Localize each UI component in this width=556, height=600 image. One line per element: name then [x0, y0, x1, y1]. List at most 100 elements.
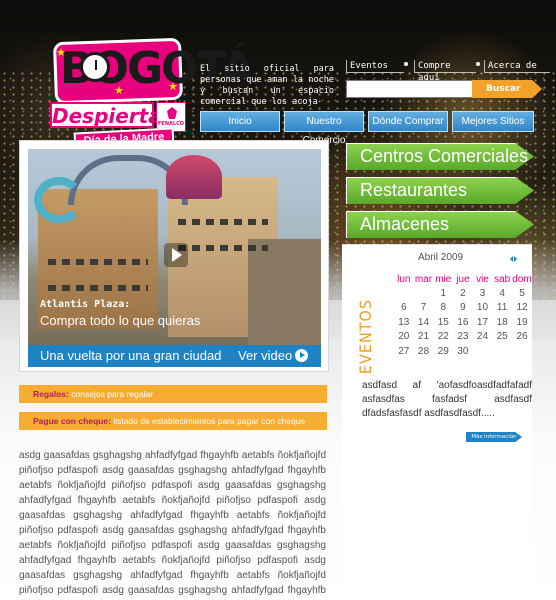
- dome-shape: [166, 155, 222, 199]
- search-bar: Buscar: [346, 80, 542, 98]
- calendar-day: [394, 286, 414, 301]
- window-row: [178, 245, 268, 251]
- star-icon: ★: [56, 47, 66, 59]
- info-bar-label: Regalos:: [33, 389, 69, 399]
- featured-video-panel: Atlantis Plaza: Compra todo lo que quier…: [19, 140, 329, 372]
- calendar-day: [512, 344, 532, 359]
- calendar-nav-icon[interactable]: [510, 256, 517, 262]
- star-icon: ★: [114, 85, 124, 97]
- building-shape: [248, 239, 321, 349]
- calendar-day[interactable]: 1: [433, 286, 453, 301]
- weekday-label: lun: [397, 273, 411, 285]
- more-info-button[interactable]: Más información: [466, 432, 522, 442]
- calendar-week-row: 13 14 15 16 17 18 19: [394, 315, 532, 330]
- info-bar-text: consejos para regalar: [71, 389, 154, 399]
- fenalco-emblem-icon: [167, 107, 177, 119]
- calendar-week-row: 1 2 3 4 5: [394, 286, 532, 301]
- calendar-day[interactable]: 5: [512, 286, 532, 301]
- nav-donde-comprar[interactable]: Dónde Comprar: [368, 111, 448, 132]
- weekday-label: sab: [494, 273, 511, 285]
- info-bar-pague-con-cheque[interactable]: Pague con cheque: listado de establecimi…: [19, 412, 327, 430]
- calendar-grid: lun mar mie jue vie sab dom 1 2 3 4 5 6: [394, 272, 532, 359]
- star-icon: ★: [168, 81, 178, 93]
- calendar-day[interactable]: 29: [433, 344, 453, 359]
- top-link-compre-aqui[interactable]: Compre aquí: [414, 60, 476, 83]
- ver-video-link[interactable]: Ver video: [238, 348, 292, 363]
- top-link-eventos[interactable]: Eventos: [346, 60, 404, 73]
- calendar-day[interactable]: 10: [473, 301, 493, 316]
- calendar-day[interactable]: 14: [414, 315, 434, 330]
- weekday-label: vie: [476, 273, 489, 285]
- calendar-day[interactable]: 9: [453, 301, 473, 316]
- calendar-day[interactable]: 24: [473, 330, 493, 345]
- calendar-day[interactable]: 12: [512, 301, 532, 316]
- calendar-day[interactable]: 22: [433, 330, 453, 345]
- calendar-day[interactable]: 27: [394, 344, 414, 359]
- calendar-week-row: 20 21 22 23 24 25 26: [394, 330, 532, 345]
- arrow-right-icon[interactable]: [295, 349, 308, 362]
- calendar-day[interactable]: 26: [512, 330, 532, 345]
- calendar-day[interactable]: 2: [453, 286, 473, 301]
- events-panel: EVENTOS Abril 2009 lun mar mie jue vie s…: [342, 244, 532, 600]
- calendar-month: Abril 2009: [418, 252, 464, 263]
- calendar-day[interactable]: 23: [453, 330, 473, 345]
- nav-inicio[interactable]: Inicio: [200, 111, 280, 132]
- calendar-day[interactable]: 18: [492, 315, 512, 330]
- calendar-weekday-row: lun mar mie jue vie sab dom: [394, 272, 532, 286]
- weekday-label: mie: [435, 273, 452, 285]
- curl-sculpture-shape: [34, 177, 84, 223]
- calendar-day[interactable]: 3: [473, 286, 493, 301]
- category-centros-comerciales[interactable]: Centros Comerciales: [346, 143, 534, 170]
- weekday-label: jue: [456, 273, 470, 285]
- video-thumbnail[interactable]: Atlantis Plaza: Compra todo lo que quier…: [28, 149, 321, 367]
- video-headline: Compra todo lo que quieras: [40, 313, 201, 328]
- calendar-day[interactable]: 19: [512, 315, 532, 330]
- fenalco-badge-text: FENALCO: [158, 121, 184, 127]
- calendar-day[interactable]: 7: [414, 301, 434, 316]
- calendar-day[interactable]: 16: [453, 315, 473, 330]
- main-nav: Inicio Nuestro Comercio Dónde Comprar Me…: [200, 111, 534, 146]
- window-row: [48, 259, 148, 265]
- calendar-day[interactable]: 17: [473, 315, 493, 330]
- site-tagline: El sitio oficial para personas que aman …: [200, 64, 334, 107]
- search-button[interactable]: Buscar: [472, 80, 542, 98]
- calendar-day[interactable]: 4: [492, 286, 512, 301]
- top-link-acerca-de[interactable]: Acerca de: [484, 60, 550, 73]
- window-row: [178, 219, 268, 225]
- category-restaurantes[interactable]: Restaurantes: [346, 177, 534, 204]
- info-bar-text: listado de establecimientos para pagar c…: [113, 416, 306, 426]
- weekday-label: mar: [414, 273, 433, 285]
- nav-nuestro-comercio[interactable]: Nuestro Comercio: [284, 111, 364, 146]
- logo-banner: Despierta: [50, 102, 162, 128]
- search-input[interactable]: [346, 80, 474, 98]
- logo-banner-text: Despierta: [52, 104, 162, 128]
- events-description: asdfasd af 'aofasdfoasdfadfafadf asfasdf…: [362, 380, 532, 419]
- events-label: EVENTOS: [356, 299, 375, 375]
- weekday-label: dom: [512, 273, 532, 285]
- calendar-day: [473, 344, 493, 359]
- calendar-day[interactable]: 6: [394, 301, 414, 316]
- play-icon[interactable]: [164, 243, 188, 267]
- calendar-day[interactable]: 28: [414, 344, 434, 359]
- clock-icon: [80, 52, 110, 82]
- category-almacenes[interactable]: Almacenes: [346, 211, 534, 238]
- calendar-day[interactable]: 13: [394, 315, 414, 330]
- video-bar-text: Una vuelta por una gran ciudad: [40, 348, 222, 363]
- nav-mejores-sitios[interactable]: Mejores Sitios: [452, 111, 534, 132]
- calendar-day[interactable]: 20: [394, 330, 414, 345]
- video-bar: Una vuelta por una gran ciudad Ver video: [28, 345, 321, 367]
- top-links: Eventos Compre aquí Acerca de: [346, 60, 552, 83]
- info-bar-regalos[interactable]: Regalos: consejos para regalar: [19, 385, 327, 403]
- link-separator-dot: [404, 62, 408, 66]
- calendar-day: [414, 286, 434, 301]
- site-logo[interactable]: BOGOTÁ ★ ★ ★ Despierta FENALCO Día de la…: [50, 37, 255, 151]
- calendar-day[interactable]: 8: [433, 301, 453, 316]
- calendar-day[interactable]: 25: [492, 330, 512, 345]
- calendar-day[interactable]: 11: [492, 301, 512, 316]
- calendar-day[interactable]: 15: [433, 315, 453, 330]
- calendar-day[interactable]: 30: [453, 344, 473, 359]
- video-place-label: Atlantis Plaza:: [40, 299, 131, 310]
- calendar-week-row: 27 28 29 30: [394, 344, 532, 359]
- body-text: asdg gaasafdas gsghagshg ahfadfyfgad fhg…: [19, 450, 326, 596]
- calendar-day[interactable]: 21: [414, 330, 434, 345]
